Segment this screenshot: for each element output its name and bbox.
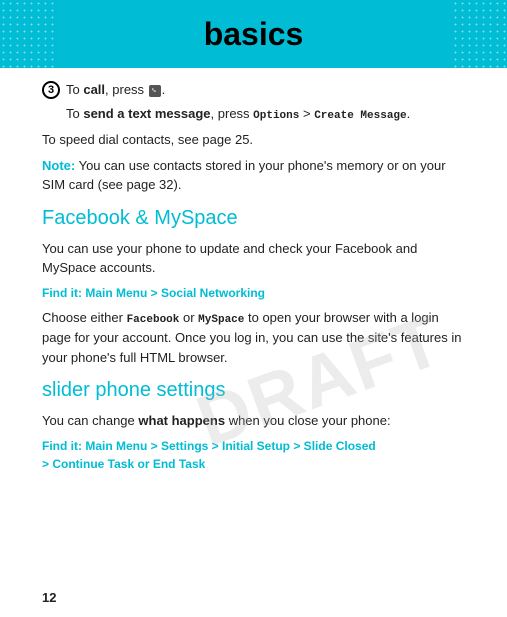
find-it-path-2: Main Menu > Settings > Initial Setup > S…: [42, 439, 376, 471]
call-bold: call: [83, 82, 105, 97]
note-label: Note:: [42, 158, 75, 173]
options-key: Options: [253, 110, 299, 122]
main-content: 3 To call, press . To send a text messag…: [0, 68, 507, 491]
page-number: 12: [42, 590, 56, 605]
header: basics: [0, 0, 507, 68]
find-it-path-1: Main Menu > Social Networking: [82, 286, 265, 300]
send-text-instruction: To send a text message, press Options > …: [66, 104, 465, 125]
find-it-2: Find it: Main Menu > Settings > Initial …: [42, 437, 465, 473]
facebook-para: You can use your phone to update and che…: [42, 239, 465, 278]
page-title: basics: [204, 16, 304, 53]
find-it-label-2: Find it:: [42, 439, 82, 453]
speed-dial-text: To speed dial contacts, see page 25.: [42, 130, 465, 150]
send-text-bold: send a text message: [83, 106, 210, 121]
item-number: 3: [42, 81, 60, 99]
header-dots-left: [0, 0, 55, 68]
note-block: Note: You can use contacts stored in you…: [42, 156, 465, 195]
find-it-1: Find it: Main Menu > Social Networking: [42, 284, 465, 302]
note-text: You can use contacts stored in your phon…: [42, 158, 446, 193]
myspace-option: MySpace: [198, 314, 244, 326]
call-instruction: To call, press .: [66, 80, 165, 100]
facebook-option: Facebook: [127, 314, 180, 326]
what-happens-bold: what happens: [138, 413, 225, 428]
facebook-body: Choose either Facebook or MySpace to ope…: [42, 308, 465, 368]
find-it-or: or: [137, 457, 149, 471]
create-message-key: Create Message: [314, 110, 406, 122]
find-it-end: End Task: [153, 457, 205, 471]
header-dots-right: [452, 0, 507, 68]
find-it-label-1: Find it:: [42, 286, 82, 300]
slider-para: You can change what happens when you clo…: [42, 411, 465, 431]
call-button-icon: [148, 84, 162, 98]
slider-heading: slider phone settings: [42, 375, 465, 405]
list-item-3: 3 To call, press .: [42, 80, 465, 100]
facebook-heading: Facebook & MySpace: [42, 203, 465, 233]
